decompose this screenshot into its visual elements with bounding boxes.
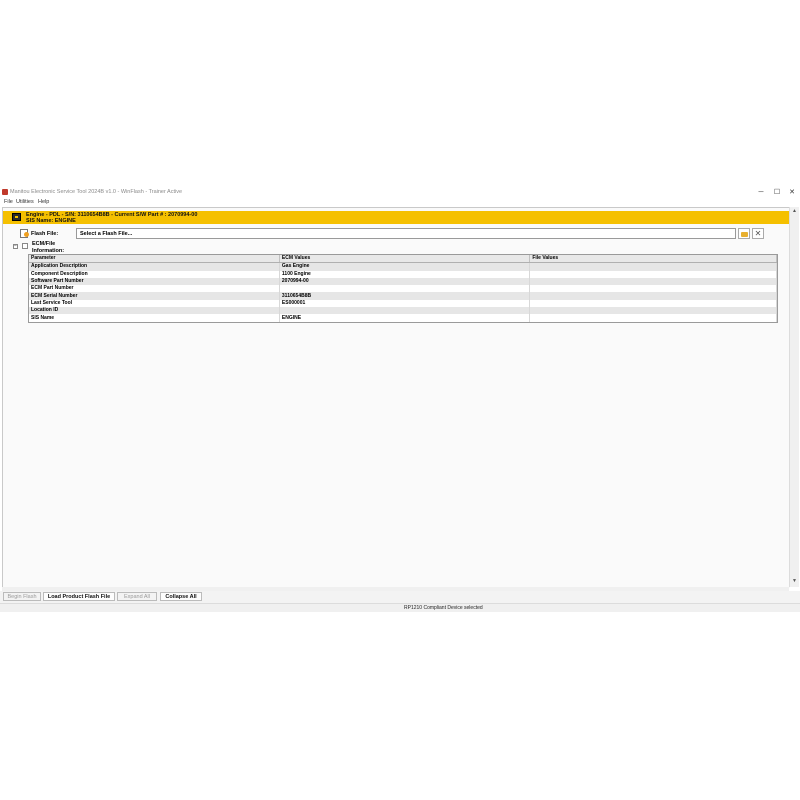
cell-ecm-value: ENGINE xyxy=(279,314,531,322)
folder-icon xyxy=(741,232,748,237)
cell-file-value xyxy=(529,277,777,286)
status-text: RP1210 Compliant Device selected xyxy=(404,605,483,611)
flash-file-icon xyxy=(20,229,29,238)
cell-ecm-value: ES000001 xyxy=(279,299,531,308)
app-logo-icon xyxy=(2,189,8,195)
cell-parameter: Software Part Number xyxy=(29,277,280,286)
window-title: Manitou Electronic Service Tool 2024B v1… xyxy=(10,189,183,195)
cell-parameter: Last Service Tool xyxy=(29,299,280,308)
column-header-file-values[interactable]: File Values xyxy=(529,255,777,264)
ecm-checkbox[interactable] xyxy=(22,243,28,249)
ecu-header[interactable]: Engine - PDL - S/N: 3110654B8B - Current… xyxy=(3,211,790,224)
table-row[interactable]: ECM Part Number xyxy=(29,285,777,293)
vertical-scrollbar[interactable]: ▲ ▼ xyxy=(789,207,799,587)
table-header-row: Parameter ECM Values File Values xyxy=(29,255,777,264)
cell-parameter: Location ID xyxy=(29,307,280,315)
flash-file-input[interactable]: Select a Flash File... xyxy=(76,228,736,239)
open-folder-button[interactable] xyxy=(738,228,750,239)
status-bar: RP1210 Compliant Device selected xyxy=(0,603,800,612)
clear-file-button[interactable]: ✕ xyxy=(752,228,764,239)
cell-file-value xyxy=(529,292,777,300)
ecm-file-info-label: ECM/File Information: xyxy=(32,241,64,254)
close-button[interactable]: ✕ xyxy=(786,188,798,197)
cell-file-value xyxy=(529,307,777,315)
cell-file-value xyxy=(529,262,777,271)
table-row[interactable]: Application Description Gas Engine xyxy=(29,262,777,271)
cell-parameter: Application Description xyxy=(29,262,280,271)
scroll-down-icon[interactable]: ▼ xyxy=(791,578,798,585)
table-row[interactable]: SIS Name ENGINE xyxy=(29,314,777,322)
column-header-parameter[interactable]: Parameter xyxy=(29,255,280,264)
table-row[interactable]: Software Part Number 2070994-00 xyxy=(29,277,777,286)
cell-ecm-value: 3110654B8B xyxy=(279,292,531,300)
table-row[interactable]: Last Service Tool ES000001 xyxy=(29,299,777,308)
flash-file-value: Select a Flash File... xyxy=(80,231,133,237)
collapse-toggle[interactable]: − xyxy=(13,244,18,249)
cell-parameter: Component Description xyxy=(29,270,280,278)
app-window: Manitou Electronic Service Tool 2024B v1… xyxy=(0,187,800,612)
cell-file-value xyxy=(529,299,777,308)
cell-ecm-value: 1100 Engine xyxy=(279,270,531,278)
minimize-button[interactable]: ─ xyxy=(755,188,767,197)
expand-all-button[interactable]: Expand All xyxy=(117,592,157,601)
ecu-module-icon xyxy=(12,213,21,221)
flash-file-row: Flash File: Select a Flash File... ✕ xyxy=(3,228,790,240)
cell-parameter: ECM Serial Number xyxy=(29,292,280,300)
menu-help[interactable]: Help xyxy=(38,199,49,205)
menu-bar: File Utilities Help xyxy=(0,198,800,206)
menu-file[interactable]: File xyxy=(4,199,13,205)
table-row[interactable]: Component Description 1100 Engine xyxy=(29,270,777,278)
action-bar: Begin Flash Load Product Flash File Expa… xyxy=(0,591,800,603)
cell-file-value xyxy=(529,270,777,278)
cell-parameter: SIS Name xyxy=(29,314,280,322)
cell-file-value xyxy=(529,314,777,322)
menu-utilities[interactable]: Utilities xyxy=(16,199,34,205)
ecu-sis-name: SIS Name: ENGINE xyxy=(26,218,76,224)
cell-ecm-value xyxy=(279,285,531,293)
collapse-all-button[interactable]: Collapse All xyxy=(160,592,202,601)
maximize-button[interactable]: ☐ xyxy=(771,188,783,197)
title-bar: Manitou Electronic Service Tool 2024B v1… xyxy=(0,187,800,198)
flash-file-label: Flash File: xyxy=(31,231,59,237)
cell-ecm-value: 2070994-00 xyxy=(279,277,531,286)
main-panel: Engine - PDL - S/N: 3110654B8B - Current… xyxy=(2,207,790,588)
begin-flash-button[interactable]: Begin Flash xyxy=(3,592,41,601)
table-row[interactable]: Location ID xyxy=(29,307,777,315)
cell-file-value xyxy=(529,285,777,293)
cell-ecm-value: Gas Engine xyxy=(279,262,531,271)
load-product-flash-file-button[interactable]: Load Product Flash File xyxy=(43,592,115,601)
column-header-ecm-values[interactable]: ECM Values xyxy=(279,255,531,264)
scroll-up-icon[interactable]: ▲ xyxy=(791,208,798,215)
ecm-info-table: Parameter ECM Values File Values Applica… xyxy=(28,254,778,323)
cell-ecm-value xyxy=(279,307,531,315)
cell-parameter: ECM Part Number xyxy=(29,285,280,293)
table-row[interactable]: ECM Serial Number 3110654B8B xyxy=(29,292,777,300)
